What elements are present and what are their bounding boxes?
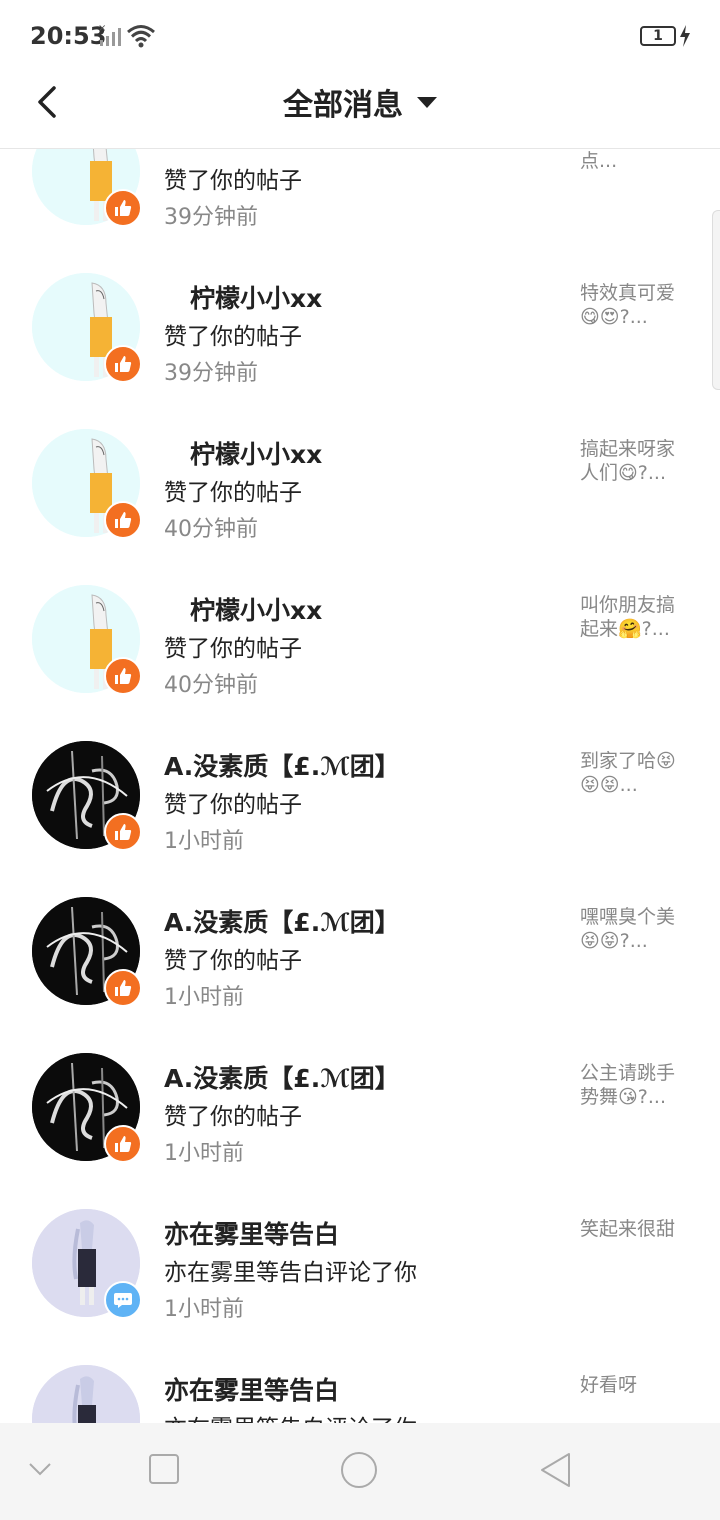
notification-action: 赞了你的帖子: [164, 1104, 302, 1130]
notification-time: 40分钟前: [164, 517, 258, 542]
like-badge-icon: [104, 189, 142, 227]
post-preview[interactable]: 特效真可爱😋😍?...: [580, 281, 692, 329]
battery-icon: 1: [640, 26, 676, 46]
notification-action: 赞了你的帖子: [164, 480, 302, 506]
notification-item[interactable]: A.没素质【£.ℳ团】赞了你的帖子 1小时前 公主请跳手势舞😘?...: [0, 1039, 720, 1195]
notification-item[interactable]: 柠檬小小xx 赞了你的帖子 39分钟前 特效真可爱😋😍?...: [0, 259, 720, 415]
user-name[interactable]: 柠檬小小xx: [190, 435, 322, 471]
notification-action: 亦在雾里等告白评论了你: [164, 1260, 417, 1286]
wifi-icon: [127, 25, 155, 48]
post-preview[interactable]: 公主请跳手势舞😘?...: [580, 1061, 692, 1109]
notification-item[interactable]: A.没素质【£.ℳ团】赞了你的帖子 1小时前 到家了哈😝😝😝...: [0, 727, 720, 883]
notification-time: 1小时前: [164, 1297, 244, 1322]
status-bar: 20:53 × 1: [0, 0, 720, 72]
system-nav-bar: [0, 1423, 720, 1520]
notification-item[interactable]: 柠檬小小xx 赞了你的帖子 40分钟前 搞起来呀家人们😋?...: [0, 415, 720, 571]
caret-down-icon: [417, 96, 437, 108]
notification-action: 赞了你的帖子: [164, 168, 302, 194]
notification-item[interactable]: 亦在雾里等告白亦在雾里等告白评论了你 1小时前 笑起来很甜: [0, 1195, 720, 1351]
notification-time: 1小时前: [164, 829, 244, 854]
nav-back-icon[interactable]: [538, 1451, 572, 1489]
comment-badge-icon: [104, 1281, 142, 1319]
notification-list[interactable]: 赞了你的帖子39分钟前能不能多点...柠檬小小xx赞了你的帖子39分钟前特效真可…: [0, 149, 720, 1423]
notification-item[interactable]: 赞了你的帖子 39分钟前 能不能多点...: [0, 149, 720, 259]
user-name[interactable]: 柠檬小小xx: [190, 591, 322, 627]
notification-action: 赞了你的帖子: [164, 792, 302, 818]
user-name[interactable]: A.没素质【£.ℳ团】: [164, 1059, 400, 1095]
notification-time: 39分钟前: [164, 361, 258, 386]
notification-item[interactable]: 柠檬小小xx 赞了你的帖子 40分钟前 叫你朋友搞起来🤗?...: [0, 571, 720, 727]
user-name[interactable]: 柠檬小小xx: [190, 279, 322, 315]
post-preview[interactable]: 叫你朋友搞起来🤗?...: [580, 593, 692, 641]
message-filter-dropdown[interactable]: 全部消息: [0, 80, 720, 126]
post-preview[interactable]: 笑起来很甜: [580, 1217, 692, 1241]
post-preview[interactable]: 嘿嘿臭个美😝😝?...: [580, 905, 692, 953]
notification-item[interactable]: 亦在雾里等告白亦在雾里等告白评论了你 好看呀: [0, 1351, 720, 1423]
like-badge-icon: [104, 657, 142, 695]
post-preview[interactable]: 能不能多点...: [580, 149, 692, 173]
post-preview[interactable]: 搞起来呀家人们😋?...: [580, 437, 692, 485]
nav-recents-icon[interactable]: [148, 1453, 180, 1485]
post-preview[interactable]: 好看呀: [580, 1373, 692, 1397]
like-badge-icon: [104, 969, 142, 1007]
like-badge-icon: [104, 813, 142, 851]
post-preview[interactable]: 到家了哈😝😝😝...: [580, 749, 692, 797]
signal-icon: ×: [98, 23, 121, 46]
notification-action: 赞了你的帖子: [164, 324, 302, 350]
notification-item[interactable]: A.没素质【£.ℳ团】赞了你的帖子 1小时前 嘿嘿臭个美😝😝?...: [0, 883, 720, 1039]
like-badge-icon: [104, 501, 142, 539]
user-name[interactable]: 亦在雾里等告白: [164, 1371, 339, 1407]
user-name[interactable]: A.没素质【£.ℳ团】: [164, 903, 400, 939]
user-name[interactable]: A.没素质【£.ℳ团】: [164, 747, 400, 783]
avatar[interactable]: [32, 1365, 140, 1423]
charging-icon: [680, 25, 690, 47]
page-title: 全部消息: [283, 88, 403, 123]
scrollbar[interactable]: [712, 210, 720, 390]
status-time: 20:53: [30, 22, 107, 50]
notification-time: 40分钟前: [164, 673, 258, 698]
nav-collapse-icon[interactable]: [28, 1461, 52, 1477]
like-badge-icon: [104, 345, 142, 383]
svg-text:×: ×: [98, 23, 106, 34]
nav-home-icon[interactable]: [340, 1451, 378, 1489]
notification-time: 1小时前: [164, 1141, 244, 1166]
notification-action: 亦在雾里等告白评论了你: [164, 1409, 417, 1423]
notification-action: 赞了你的帖子: [164, 636, 302, 662]
notification-action: 赞了你的帖子: [164, 948, 302, 974]
like-badge-icon: [104, 1125, 142, 1163]
notification-time: 39分钟前: [164, 205, 258, 230]
notification-time: 1小时前: [164, 985, 244, 1010]
user-name[interactable]: 亦在雾里等告白: [164, 1215, 339, 1251]
header: 全部消息: [0, 72, 720, 149]
